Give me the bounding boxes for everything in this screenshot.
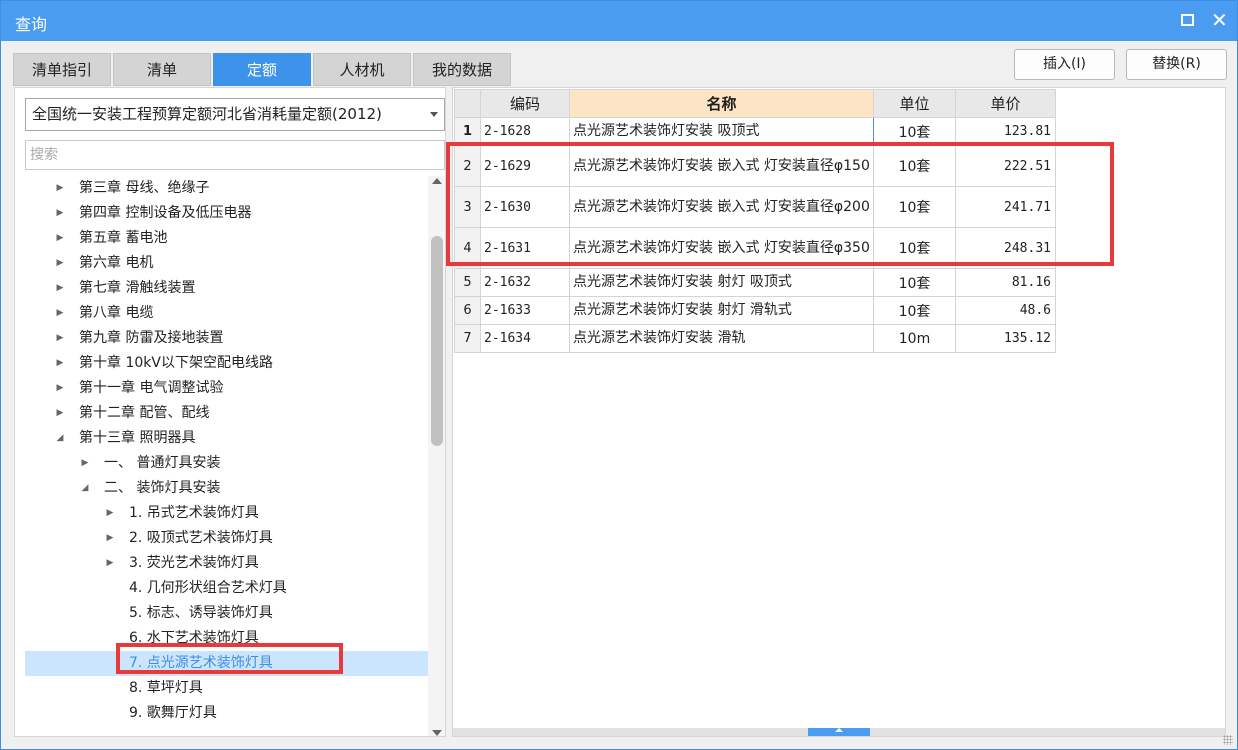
tree-scrollbar[interactable] bbox=[428, 176, 445, 736]
table-row[interactable]: 1 2-1628 点光源艺术装饰灯安装 吸顶式 10套 123.81 bbox=[454, 117, 1056, 146]
grid-horizontal-scrollbar[interactable] bbox=[453, 728, 1225, 736]
expand-arrow-icon[interactable]: ▶ bbox=[80, 451, 90, 476]
collapse-arrow-icon[interactable]: ◢ bbox=[55, 426, 65, 451]
collapse-arrow-icon[interactable]: ◢ bbox=[80, 476, 90, 501]
search-input[interactable]: 搜索 bbox=[25, 140, 445, 170]
chevron-down-icon[interactable] bbox=[430, 112, 438, 117]
quota-library-select[interactable]: 全国统一安装工程预算定额河北省消耗量定额(2012) bbox=[25, 98, 445, 131]
scroll-down-icon[interactable] bbox=[432, 730, 442, 736]
table-row[interactable]: 3 2-1630 点光源艺术装饰灯安装 嵌入式 灯安装直径φ200 10套 24… bbox=[454, 186, 1056, 228]
chapter-tree-panel: 全国统一安装工程预算定额河北省消耗量定额(2012) 搜索 ▶ 第三章 母线、绝… bbox=[14, 87, 446, 737]
expand-arrow-icon[interactable]: ▶ bbox=[55, 276, 65, 301]
table-row[interactable]: 5 2-1632 点光源艺术装饰灯安装 射灯 吸顶式 10套 81.16 bbox=[454, 268, 1056, 297]
expand-arrow-icon[interactable]: ▶ bbox=[55, 351, 65, 376]
replace-button[interactable]: 替换(R) bbox=[1126, 49, 1227, 80]
scrollbar-thumb[interactable] bbox=[431, 236, 443, 446]
tab-quota[interactable]: 定额 bbox=[213, 53, 311, 86]
column-header-code[interactable]: 编码 bbox=[480, 89, 570, 118]
expand-arrow-icon[interactable]: ▶ bbox=[55, 201, 65, 226]
close-icon[interactable]: ✕ bbox=[1211, 8, 1228, 32]
quota-results-panel: 编码 名称 单位 单价 1 2-1628 点光源艺术装饰灯安装 吸顶式 10套 … bbox=[452, 87, 1226, 737]
table-row[interactable]: 7 2-1634 点光源艺术装饰灯安装 滑轨 10m 135.12 bbox=[454, 324, 1056, 353]
tab-list-guide[interactable]: 清单指引 bbox=[13, 53, 111, 86]
tab-my-data[interactable]: 我的数据 bbox=[413, 53, 511, 86]
expand-arrow-icon[interactable]: ▶ bbox=[55, 326, 65, 351]
table-row[interactable]: 6 2-1633 点光源艺术装饰灯安装 射灯 滑轨式 10套 48.6 bbox=[454, 296, 1056, 325]
column-header-unit[interactable]: 单位 bbox=[873, 89, 956, 118]
expand-arrow-icon[interactable]: ▶ bbox=[55, 251, 65, 276]
expand-arrow-icon[interactable]: ▶ bbox=[105, 526, 115, 551]
resize-grip-icon[interactable] bbox=[1223, 735, 1233, 745]
insert-button[interactable]: 插入(I) bbox=[1014, 49, 1115, 80]
quota-table: 编码 名称 单位 单价 1 2-1628 点光源艺术装饰灯安装 吸顶式 10套 … bbox=[454, 89, 1056, 353]
row-number-header bbox=[454, 89, 481, 118]
expand-arrow-icon[interactable]: ▶ bbox=[55, 301, 65, 326]
tab-list[interactable]: 清单 bbox=[113, 53, 211, 86]
window-title: 查询 bbox=[15, 15, 48, 34]
expand-arrow-icon[interactable]: ▶ bbox=[55, 376, 65, 401]
table-row[interactable]: 2 2-1629 点光源艺术装饰灯安装 嵌入式 灯安装直径φ150 10套 22… bbox=[454, 145, 1056, 187]
chapter-tree: ▶ 第三章 母线、绝缘子 ▶ 第四章 控制设备及低压电器 ▶ 第五章 蓄电池 ▶… bbox=[15, 176, 429, 736]
chevron-up-icon bbox=[835, 728, 843, 732]
table-row[interactable]: 4 2-1631 点光源艺术装饰灯安装 嵌入式 灯安装直径φ350 10套 24… bbox=[454, 227, 1056, 269]
column-header-name[interactable]: 名称 bbox=[569, 89, 874, 118]
scroll-up-icon[interactable] bbox=[432, 178, 442, 184]
tab-labor-material-machine[interactable]: 人材机 bbox=[313, 53, 411, 86]
table-header-row: 编码 名称 单位 单价 bbox=[454, 89, 1056, 118]
restore-icon[interactable] bbox=[1181, 14, 1194, 26]
title-bar[interactable]: 查询 ✕ bbox=[1, 1, 1237, 41]
expand-arrow-icon[interactable]: ▶ bbox=[55, 176, 65, 201]
expand-arrow-icon[interactable]: ▶ bbox=[55, 401, 65, 426]
expand-arrow-icon[interactable]: ▶ bbox=[55, 226, 65, 251]
expand-arrow-icon[interactable]: ▶ bbox=[105, 551, 115, 576]
expand-arrow-icon[interactable]: ▶ bbox=[105, 501, 115, 526]
column-header-price[interactable]: 单价 bbox=[955, 89, 1056, 118]
quota-library-value: 全国统一安装工程预算定额河北省消耗量定额(2012) bbox=[32, 105, 382, 123]
query-dialog: 查询 ✕ 清单指引 清单 定额 人材机 我的数据 插入(I) 替换(R) 全国统… bbox=[0, 0, 1238, 750]
scrollbar-thumb[interactable] bbox=[808, 728, 870, 736]
